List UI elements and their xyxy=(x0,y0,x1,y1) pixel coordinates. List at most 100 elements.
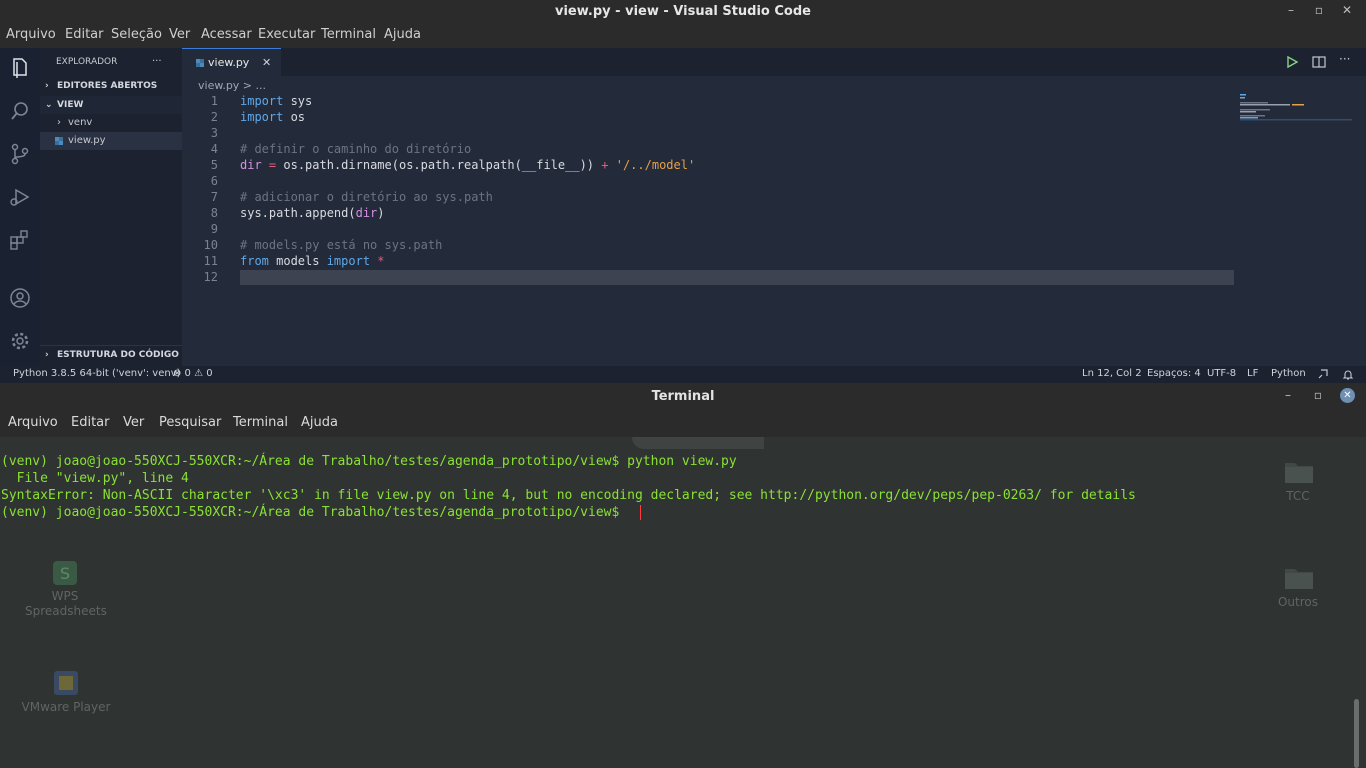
maximize-button[interactable]: ▫ xyxy=(1311,3,1327,17)
folder-icon xyxy=(1284,563,1313,591)
line-number: 12 xyxy=(203,270,218,284)
chevron-right-icon: › xyxy=(45,350,49,360)
menu-ajuda[interactable]: Ajuda xyxy=(384,27,421,42)
terminal-output[interactable]: S WPS Spreadsheets VMware Player TCC Out… xyxy=(0,437,1366,768)
desktop-icon-label: WPS Spreadsheets xyxy=(25,589,107,618)
code-token: os xyxy=(283,110,306,124)
run-file-icon[interactable] xyxy=(1285,55,1299,69)
folder-view-label: VIEW xyxy=(57,100,84,110)
tree-item-venv-label: venv xyxy=(68,117,93,128)
more-actions-icon[interactable]: ··· xyxy=(1339,52,1350,66)
menu-arquivo[interactable]: Arquivo xyxy=(8,415,58,430)
gear-icon[interactable] xyxy=(8,329,32,353)
chevron-right-icon: › xyxy=(57,117,61,128)
minimize-button[interactable]: – xyxy=(1280,388,1296,402)
code-line: # adicionar o diretório ao sys.path xyxy=(240,190,493,204)
source-control-icon[interactable] xyxy=(8,142,32,166)
outline-section[interactable]: › ESTRUTURA DO CÓDIGO xyxy=(40,345,182,364)
indentation[interactable]: Espaços: 4 xyxy=(1147,368,1201,379)
menu-ver[interactable]: Ver xyxy=(123,415,144,430)
open-editors-section[interactable]: › EDITORES ABERTOS xyxy=(40,77,182,95)
terminal-window-title: Terminal xyxy=(651,389,715,404)
folder-icon xyxy=(1284,457,1313,485)
desktop-icon-label: TCC xyxy=(1286,489,1310,503)
close-button[interactable]: ✕ xyxy=(1340,388,1355,403)
vscode-window-title: view.py - view - Visual Studio Code xyxy=(555,4,811,19)
folder-view-section[interactable]: ⌄ VIEW xyxy=(40,96,182,114)
tab-view-py[interactable]: view.py ✕ xyxy=(182,48,281,77)
menu-editar[interactable]: Editar xyxy=(65,27,104,42)
problems-count[interactable]: ⊗ 0 ⚠ 0 xyxy=(173,368,213,379)
menu-selecao[interactable]: Seleção xyxy=(111,27,162,42)
python-file-icon xyxy=(55,137,63,145)
code-token: + xyxy=(601,158,609,172)
svg-text:S: S xyxy=(60,564,70,583)
code-token: dir xyxy=(240,158,262,172)
close-tab-icon[interactable]: ✕ xyxy=(262,56,271,69)
more-actions-icon[interactable]: ··· xyxy=(152,53,172,71)
bell-icon[interactable] xyxy=(1342,368,1354,380)
background-panel xyxy=(632,437,764,449)
menu-arquivo[interactable]: Arquivo xyxy=(6,27,56,42)
close-button[interactable]: ✕ xyxy=(1339,3,1355,17)
terminal-line: (venv) joao@joao-550XCJ-550XCR:~/Área de… xyxy=(1,454,737,469)
code-token: * xyxy=(370,254,385,268)
line-number: 5 xyxy=(210,158,218,172)
explorer-sidebar: EXPLORADOR ··· › EDITORES ABERTOS ⌄ VIEW… xyxy=(40,48,182,366)
code-token: # adicionar o diretório ao sys.path xyxy=(240,190,493,204)
code-token: models xyxy=(268,254,327,268)
explorer-icon[interactable] xyxy=(8,56,32,80)
code-token: import xyxy=(326,254,371,268)
line-number: 2 xyxy=(210,110,218,124)
code-line: # models.py está no sys.path xyxy=(240,238,442,252)
maximize-button[interactable]: ▫ xyxy=(1310,388,1326,402)
cursor-position[interactable]: Ln 12, Col 2 xyxy=(1082,368,1142,379)
vmware-icon xyxy=(52,669,80,697)
menu-acessar[interactable]: Acessar xyxy=(201,27,252,42)
desktop-icon-vmware[interactable]: VMware Player xyxy=(20,669,112,714)
run-debug-icon[interactable] xyxy=(8,185,32,209)
tree-item-view-py-label: view.py xyxy=(68,135,106,146)
search-icon[interactable] xyxy=(8,99,32,123)
menu-ajuda[interactable]: Ajuda xyxy=(301,415,338,430)
code-token: # definir o caminho do diretório xyxy=(240,142,472,156)
code-token: import xyxy=(240,110,284,124)
encoding[interactable]: UTF-8 xyxy=(1207,368,1236,379)
menu-ver[interactable]: Ver xyxy=(169,27,190,42)
desktop-icon-outros[interactable]: Outros xyxy=(1268,563,1328,609)
split-editor-icon[interactable] xyxy=(1312,55,1326,69)
code-line: import sys xyxy=(240,94,312,108)
tree-item-venv[interactable]: › venv xyxy=(40,114,182,132)
desktop-icon-wps[interactable]: S WPS Spreadsheets xyxy=(20,559,110,619)
menu-terminal[interactable]: Terminal xyxy=(321,27,376,42)
vscode-window: view.py - view - Visual Studio Code – ▫ … xyxy=(0,0,1366,383)
desktop-icon-label: Outros xyxy=(1277,595,1319,609)
minimize-button[interactable]: – xyxy=(1283,3,1299,17)
minimap[interactable] xyxy=(1240,94,1360,124)
desktop-icon-tcc[interactable]: TCC xyxy=(1268,457,1328,503)
terminal-titlebar: Terminal – ▫ ✕ xyxy=(0,383,1366,411)
menu-editar[interactable]: Editar xyxy=(71,415,110,430)
language-mode[interactable]: Python xyxy=(1271,368,1306,379)
extensions-icon[interactable] xyxy=(8,228,32,252)
outline-label: ESTRUTURA DO CÓDIGO xyxy=(57,350,179,360)
python-interpreter[interactable]: Python 3.8.5 64-bit ('venv': venv) xyxy=(13,368,181,379)
end-of-line[interactable]: LF xyxy=(1247,368,1258,379)
feedback-icon[interactable] xyxy=(1317,368,1329,380)
line-number: 3 xyxy=(210,126,218,140)
code-token: from xyxy=(240,254,269,268)
menu-terminal[interactable]: Terminal xyxy=(233,415,288,430)
menu-pesquisar[interactable]: Pesquisar xyxy=(159,415,221,430)
menu-executar[interactable]: Executar xyxy=(258,27,315,42)
line-number: 1 xyxy=(210,94,218,108)
code-token: # models.py está no sys.path xyxy=(240,238,443,252)
tree-item-view-py[interactable]: view.py xyxy=(40,132,182,150)
code-token: os.path.dirname(os.path.realpath(__file_… xyxy=(283,158,602,172)
desktop-icon-label: VMware Player xyxy=(21,700,111,714)
breadcrumb[interactable]: view.py > ... xyxy=(198,79,266,92)
terminal-scrollbar[interactable] xyxy=(1354,699,1359,768)
account-icon[interactable] xyxy=(8,286,32,310)
terminal-window: Terminal – ▫ ✕ Arquivo Editar Ver Pesqui… xyxy=(0,383,1366,768)
vscode-menubar: Arquivo Editar Seleção Ver Acessar Execu… xyxy=(0,24,1366,48)
line-number: 6 xyxy=(210,174,218,188)
